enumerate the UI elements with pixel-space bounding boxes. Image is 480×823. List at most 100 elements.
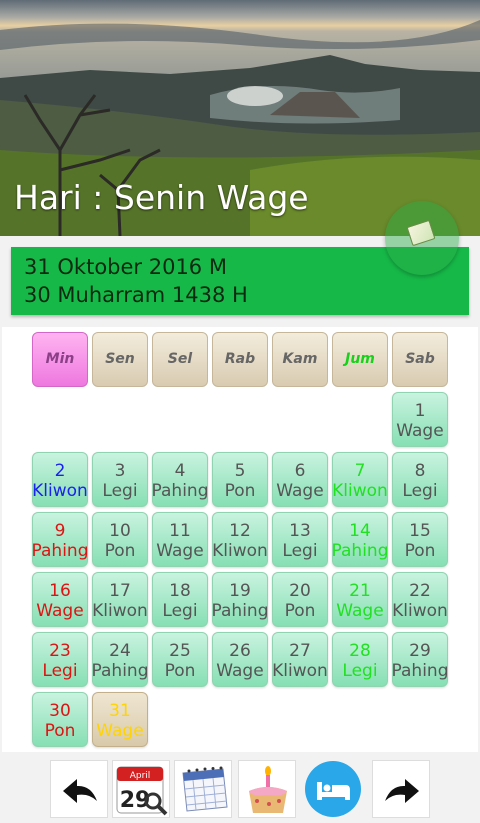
day-cell[interactable]: 26 Wage: [212, 632, 268, 687]
day-cell[interactable]: 10 Pon: [92, 512, 148, 567]
day-number: 15: [409, 521, 431, 541]
pasaran-label: Kliwon: [272, 661, 328, 681]
sleep-button[interactable]: [304, 760, 362, 818]
day-cell[interactable]: 7 Kliwon: [332, 452, 388, 507]
pasaran-label: Pon: [224, 481, 256, 501]
notes-fab-button[interactable]: [385, 201, 459, 275]
pasaran-label: Legi: [402, 481, 438, 501]
day-number: 21: [349, 581, 371, 601]
day-number: 28: [349, 641, 371, 661]
calendar-panel: Min Sen Sel Rab Kam Jum Sab 1 Wage 2 Kliwon 3 Legi 4 P…: [2, 327, 478, 752]
gregorian-date: 31 Oktober 2016 M: [24, 255, 227, 279]
pasaran-label: Legi: [102, 481, 138, 501]
calendar-grid-icon: [182, 766, 228, 812]
day-cell[interactable]: 20 Pon: [272, 572, 328, 627]
pasaran-label: Pon: [44, 721, 76, 741]
day-cell[interactable]: 18 Legi: [152, 572, 208, 627]
day-cell[interactable]: 16 Wage: [32, 572, 88, 627]
header-landscape: Hari : Senin Wage: [0, 0, 480, 236]
weekday-header: Sel: [152, 332, 208, 387]
pasaran-label: Legi: [282, 541, 318, 561]
day-cell-today[interactable]: 31 Wage: [92, 692, 148, 747]
pasaran-label: Kliwon: [332, 481, 388, 501]
day-cell[interactable]: 29 Pahing: [392, 632, 448, 687]
pasaran-label: Legi: [42, 661, 78, 681]
day-number: 25: [169, 641, 191, 661]
day-number: 30: [49, 701, 71, 721]
day-cell[interactable]: 30 Pon: [32, 692, 88, 747]
pasaran-label: Pahing: [91, 661, 149, 681]
pasaran-label: Legi: [342, 661, 378, 681]
back-button[interactable]: [50, 760, 108, 818]
day-number: 27: [289, 641, 311, 661]
day-number: 24: [109, 641, 131, 661]
day-cell[interactable]: 21 Wage: [332, 572, 388, 627]
day-number: 14: [349, 521, 371, 541]
day-cell[interactable]: 27 Kliwon: [272, 632, 328, 687]
day-cell[interactable]: 14 Pahing: [332, 512, 388, 567]
day-number: 12: [229, 521, 251, 541]
day-number: 23: [49, 641, 71, 661]
day-cell[interactable]: 1 Wage: [392, 392, 448, 447]
day-cell[interactable]: 5 Pon: [212, 452, 268, 507]
day-number: 19: [229, 581, 251, 601]
month-calendar-button[interactable]: [174, 760, 232, 818]
day-number: 13: [289, 521, 311, 541]
weekday-header: Kam: [272, 332, 328, 387]
day-number: 1: [414, 401, 426, 421]
day-cell[interactable]: 15 Pon: [392, 512, 448, 567]
day-cell[interactable]: 23 Legi: [32, 632, 88, 687]
pasaran-label: Pahing: [31, 541, 89, 561]
forward-button[interactable]: [372, 760, 430, 818]
pasaran-label: Wage: [216, 661, 264, 681]
day-cell[interactable]: 19 Pahing: [212, 572, 268, 627]
day-number: 16: [49, 581, 71, 601]
svg-text:April: April: [130, 771, 151, 781]
bottom-toolbar: April 29: [0, 752, 480, 823]
weekday-header: Sab: [392, 332, 448, 387]
pasaran-label: Pahing: [331, 541, 389, 561]
day-cell[interactable]: 4 Pahing: [152, 452, 208, 507]
day-cell[interactable]: 28 Legi: [332, 632, 388, 687]
weekday-header: Sen: [92, 332, 148, 387]
day-cell[interactable]: 6 Wage: [272, 452, 328, 507]
day-number: 20: [289, 581, 311, 601]
pasaran-label: Kliwon: [32, 481, 88, 501]
day-number: 26: [229, 641, 251, 661]
pasaran-label: Pon: [104, 541, 136, 561]
day-number: 8: [414, 461, 426, 481]
day-number: 2: [54, 461, 66, 481]
day-cell[interactable]: 12 Kliwon: [212, 512, 268, 567]
weekday-header: Jum: [332, 332, 388, 387]
pasaran-label: Legi: [162, 601, 198, 621]
day-cell[interactable]: 8 Legi: [392, 452, 448, 507]
pasaran-label: Wage: [276, 481, 324, 501]
back-arrow-icon: [63, 779, 97, 803]
day-number: 10: [109, 521, 131, 541]
day-cell[interactable]: 13 Legi: [272, 512, 328, 567]
day-cell[interactable]: 11 Wage: [152, 512, 208, 567]
day-number: 18: [169, 581, 191, 601]
day-cell[interactable]: 3 Legi: [92, 452, 148, 507]
day-cell[interactable]: 9 Pahing: [32, 512, 88, 567]
weekday-header: Rab: [212, 332, 268, 387]
day-cell[interactable]: 24 Pahing: [92, 632, 148, 687]
day-cell[interactable]: 2 Kliwon: [32, 452, 88, 507]
forward-arrow-icon: [385, 779, 419, 803]
day-number: 9: [54, 521, 66, 541]
day-cell[interactable]: 25 Pon: [152, 632, 208, 687]
day-number: 22: [409, 581, 431, 601]
day-cell[interactable]: 17 Kliwon: [92, 572, 148, 627]
pasaran-label: Wage: [336, 601, 384, 621]
pasaran-label: Pon: [404, 541, 436, 561]
date-search-button[interactable]: April 29: [112, 760, 170, 818]
birthday-button[interactable]: [238, 760, 296, 818]
pasaran-label: Pon: [284, 601, 316, 621]
pasaran-label: Pahing: [151, 481, 209, 501]
bed-icon: [305, 761, 361, 817]
pasaran-label: Kliwon: [392, 601, 448, 621]
birthday-cake-icon: [249, 766, 287, 813]
pasaran-label: Pahing: [391, 661, 449, 681]
day-cell[interactable]: 22 Kliwon: [392, 572, 448, 627]
pasaran-label: Kliwon: [212, 541, 268, 561]
